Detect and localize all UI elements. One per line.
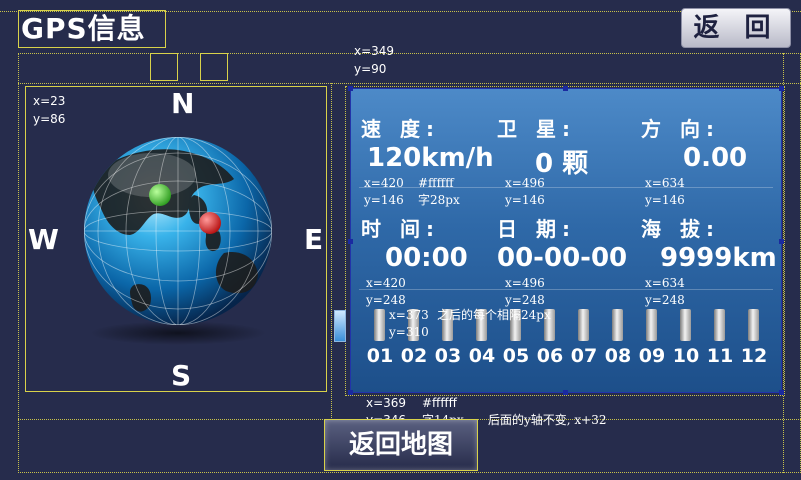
satellite-number: 12: [740, 345, 768, 367]
row-divider: [359, 289, 773, 290]
direction-y-annotation: y=146: [645, 193, 685, 207]
direction-value: 0.00: [683, 143, 748, 173]
speed-value: 120km/h: [367, 143, 494, 173]
resize-handle: [348, 390, 353, 395]
left-column-guide: [331, 83, 332, 420]
speed-color-annotation: #ffffff: [418, 176, 454, 190]
date-x-annotation: x=496: [505, 276, 545, 290]
satellite-x-annotation: x=496: [505, 176, 545, 190]
satellite-number: 05: [502, 345, 530, 367]
number-x-annotation: x=369: [366, 396, 407, 410]
satellite-number: 09: [638, 345, 666, 367]
satellite-number: 11: [706, 345, 734, 367]
panel-x-annotation: x=349: [354, 44, 395, 58]
satellite-label: 卫 星:: [497, 117, 576, 141]
satellite-y-annotation: y=146: [505, 193, 545, 207]
resize-handle: [779, 390, 784, 395]
direction-x-annotation: x=634: [645, 176, 685, 190]
satellite-signal-bar: [680, 309, 691, 341]
satellite-number: 07: [570, 345, 598, 367]
bar-spacing-annotation: 之后的每个相隔24px: [437, 308, 551, 322]
altitude-y-annotation: y=248: [645, 293, 685, 307]
satellite-signal-bar: [748, 309, 759, 341]
satellite-number: 02: [400, 345, 428, 367]
back-button[interactable]: 返 回: [681, 8, 791, 48]
page-title: GPS信息: [18, 10, 166, 48]
satellite-number: 06: [536, 345, 564, 367]
satellite-signal-bar: [646, 309, 657, 341]
satellite-number: 04: [468, 345, 496, 367]
placeholder-box: [150, 53, 178, 81]
globe-icon: [84, 137, 272, 345]
altitude-label: 海 拔:: [641, 217, 720, 241]
number-color-annotation: #ffffff: [422, 396, 457, 410]
satellite-number: 01: [366, 345, 394, 367]
compass-frame: x=23 y=86 N S W E: [25, 86, 327, 392]
current-position-icon: [149, 184, 171, 206]
altitude-x-annotation: x=634: [645, 276, 685, 290]
time-label: 时 间:: [361, 217, 440, 241]
bar-x-annotation: x=373: [389, 308, 429, 322]
target-position-icon: [199, 212, 221, 234]
date-y-annotation: y=248: [505, 293, 545, 307]
satellite-signal-bar: [714, 309, 725, 341]
number-spacing-annotation: 后面的y轴不变, x+32: [488, 413, 607, 427]
resize-handle: [348, 239, 353, 244]
speed-font-annotation: 字28px: [418, 193, 460, 207]
bar-y-annotation: y=310: [389, 325, 429, 339]
resize-handle: [563, 390, 568, 395]
date-value: 00-00-00: [497, 243, 628, 273]
resize-handle: [779, 239, 784, 244]
back-to-map-button[interactable]: 返回地图: [324, 419, 478, 471]
satellite-number: 03: [434, 345, 462, 367]
compass-east-label: E: [304, 223, 324, 256]
time-x-annotation: x=420: [366, 276, 406, 290]
compass-west-label: W: [28, 223, 59, 256]
compass-north-label: N: [171, 87, 195, 120]
compass-y-annotation: y=86: [33, 112, 66, 126]
time-y-annotation: y=248: [366, 293, 406, 307]
speed-y-annotation: y=146: [364, 193, 404, 207]
altitude-value: 9999km: [660, 243, 777, 273]
time-value: 00:00: [385, 243, 468, 273]
panel-y-annotation: y=90: [354, 62, 387, 76]
speed-label: 速 度:: [361, 117, 440, 141]
resize-handle: [348, 86, 353, 91]
satellite-signal-bar: [612, 309, 623, 341]
speed-x-annotation: x=420: [364, 176, 404, 190]
gps-info-panel: 速 度: 卫 星: 方 向: 120km/h 0 颗 0.00 时 间: 日 期…: [348, 86, 784, 395]
compass-south-label: S: [171, 359, 192, 392]
satellite-signal-bar: [578, 309, 589, 341]
date-label: 日 期:: [497, 217, 576, 241]
satellite-number: 10: [672, 345, 700, 367]
satellite-number: 08: [604, 345, 632, 367]
resize-handle: [779, 86, 784, 91]
scroll-indicator[interactable]: [334, 310, 346, 342]
direction-label: 方 向:: [641, 117, 720, 141]
placeholder-box: [200, 53, 228, 81]
compass-x-annotation: x=23: [33, 94, 66, 108]
resize-handle: [563, 86, 568, 91]
satellite-signal-bar: [374, 309, 385, 341]
